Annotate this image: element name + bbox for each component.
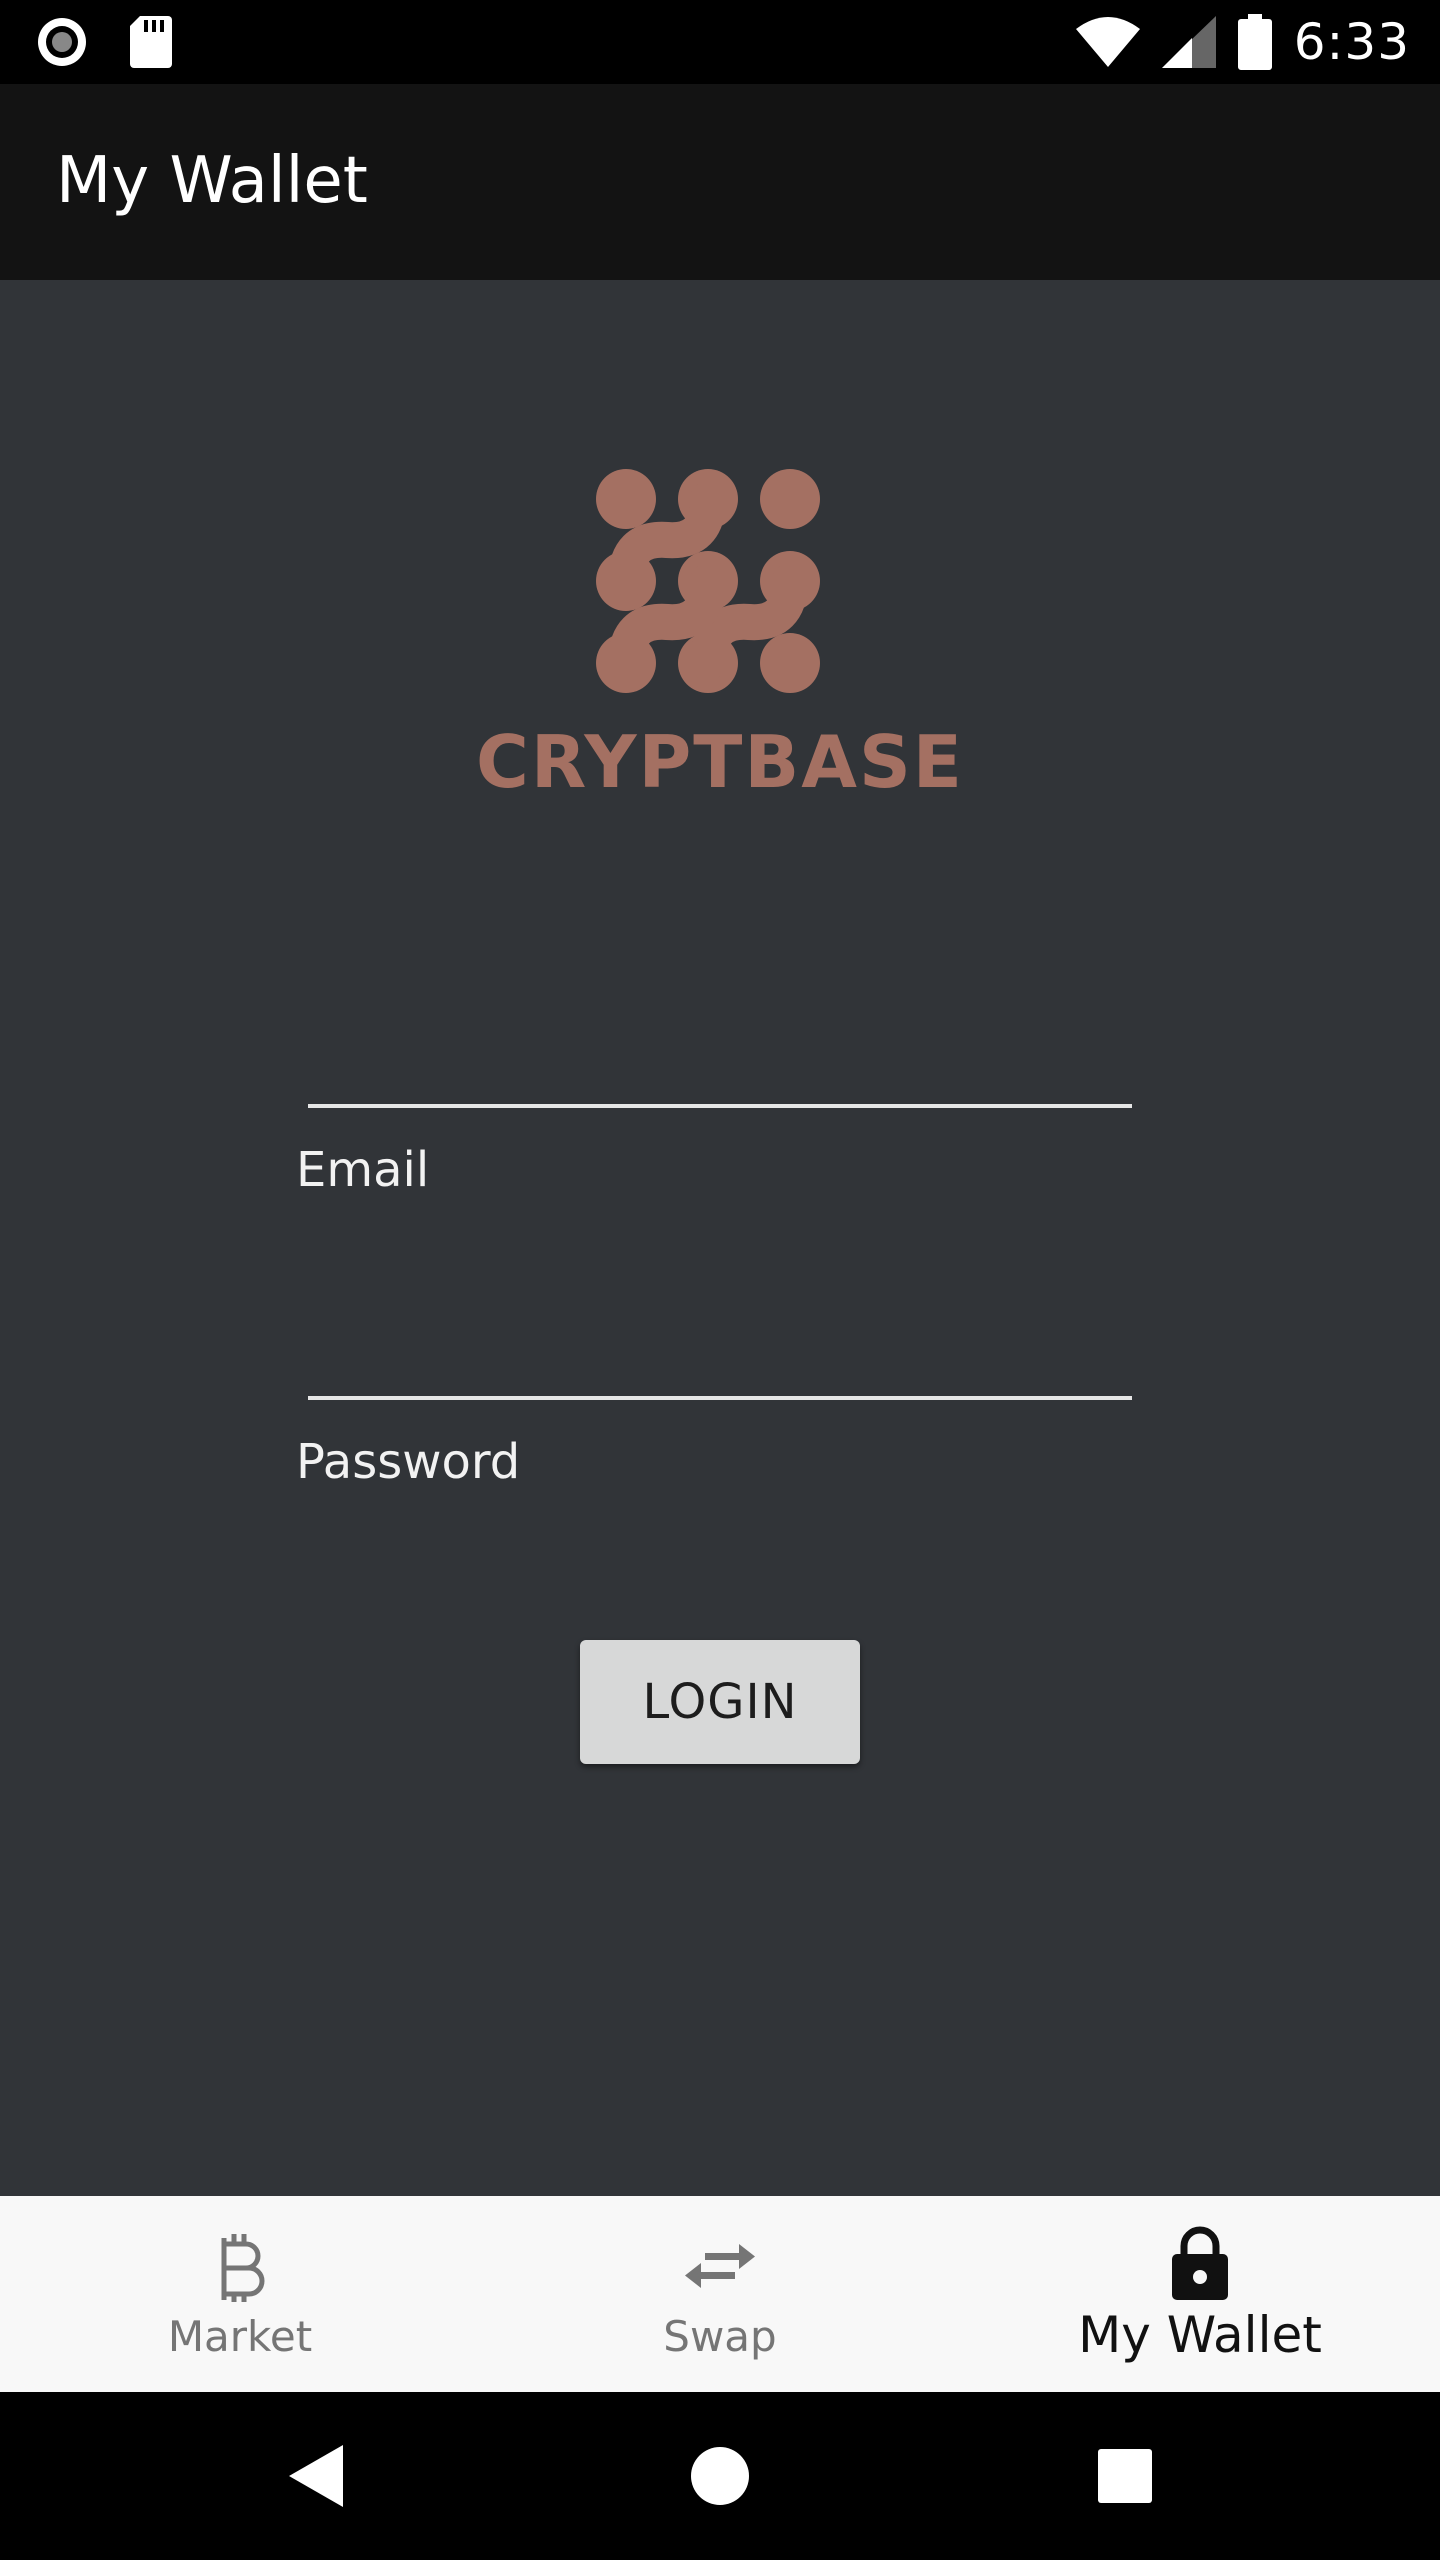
lock-icon: [1172, 2226, 1228, 2300]
status-time: 6:33: [1293, 13, 1410, 71]
email-field[interactable]: [308, 1000, 1132, 1100]
email-label: Email: [296, 1142, 430, 1198]
bitcoin-icon: [221, 2234, 265, 2302]
email-underline: [308, 1104, 1132, 1108]
nav-item-market[interactable]: Market: [0, 2196, 480, 2392]
password-field[interactable]: [308, 1292, 1132, 1392]
back-icon: [289, 2445, 343, 2507]
cryptbase-logo-icon: [596, 469, 820, 693]
password-underline: [308, 1396, 1132, 1400]
record-icon: [38, 18, 86, 66]
home-icon: [691, 2447, 749, 2505]
signal-icon: [1161, 16, 1216, 68]
nav-label-swap: Swap: [663, 2312, 777, 2361]
battery-icon: [1237, 14, 1272, 70]
status-right-icons: 6:33: [1075, 10, 1410, 74]
recents-button[interactable]: [1045, 2392, 1205, 2560]
login-button[interactable]: LOGIN: [580, 1640, 860, 1764]
sd-card-icon: [130, 16, 172, 68]
app-bar: My Wallet: [0, 84, 1440, 280]
nav-label-market: Market: [167, 2312, 313, 2361]
brand-name: CRYPTBASE: [475, 720, 964, 804]
home-button[interactable]: [640, 2392, 800, 2560]
status-left-icons: [36, 16, 172, 68]
recents-icon: [1098, 2449, 1152, 2503]
status-bar: 6:33: [0, 0, 1440, 84]
password-label: Password: [296, 1434, 521, 1490]
back-button[interactable]: [236, 2392, 396, 2560]
login-content: CRYPTBASE Email Password LOGIN: [0, 280, 1440, 2196]
swap-arrows-icon: [685, 2244, 755, 2288]
nav-item-swap[interactable]: Swap: [480, 2196, 960, 2392]
page-title: My Wallet: [56, 144, 368, 218]
bottom-navigation: Market Swap My Wallet: [0, 2196, 1440, 2392]
wifi-icon: [1075, 17, 1140, 67]
system-navigation-bar: [0, 2392, 1440, 2560]
nav-label-my-wallet: My Wallet: [1078, 2306, 1322, 2364]
nav-item-my-wallet[interactable]: My Wallet: [960, 2196, 1440, 2392]
